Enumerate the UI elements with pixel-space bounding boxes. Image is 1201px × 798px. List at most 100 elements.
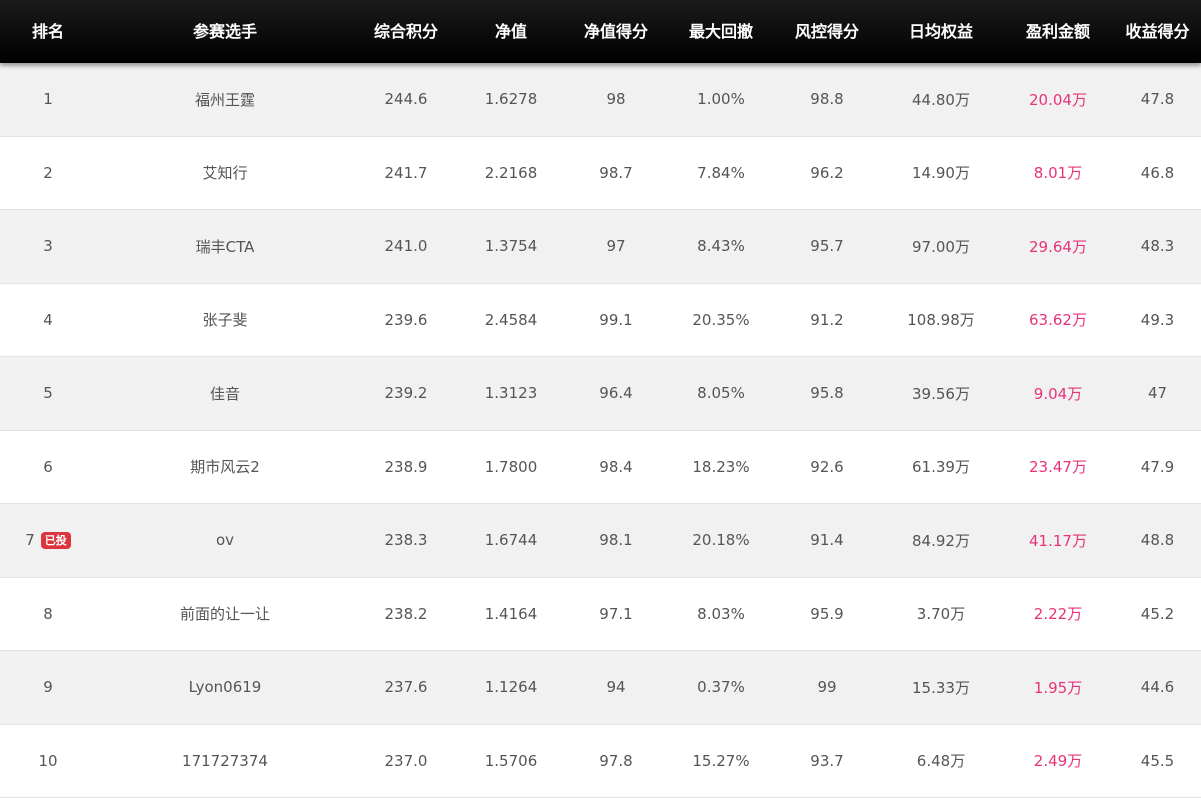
total-score-cell: 239.2 <box>384 384 428 403</box>
table-row[interactable]: 5 佳音 239.2 1.3123 96.4 8.05% 95.8 39.56万 9.04万 47 <box>0 357 1201 431</box>
return-score-cell: 47.9 <box>1140 457 1175 476</box>
table-row[interactable]: 8 前面的让一让 238.2 1.4164 97.1 8.03% 95.9 3.70万 2.22… <box>0 577 1201 651</box>
daily-equity-cell: 44.80万 <box>912 90 970 109</box>
rank-cell: 6 <box>0 458 96 476</box>
table-row[interactable]: 2 艾知行 241.7 2.2168 98.7 7.84% 96.2 14.90万 8.01万 4… <box>0 136 1201 210</box>
profit-cell: 1.95万 <box>1033 678 1083 697</box>
max-drawdown-cell: 7.84% <box>697 163 745 182</box>
invested-badge: 已投 <box>40 532 71 550</box>
nav-score-cell: 96.4 <box>599 384 633 403</box>
daily-equity-cell: 108.98万 <box>907 311 975 330</box>
nav-score-cell: 94 <box>606 678 626 697</box>
rank-cell: 4 <box>0 311 96 329</box>
return-score-cell: 47.8 <box>1140 90 1175 109</box>
player-cell[interactable]: 福州王霆 <box>96 89 354 110</box>
header-rank[interactable]: 排名 <box>0 0 96 63</box>
rank-cell: 10 <box>0 752 96 770</box>
risk-score-cell: 92.6 <box>810 457 844 476</box>
rank-cell: 2 <box>0 164 96 182</box>
max-drawdown-cell: 1.00% <box>697 90 745 109</box>
table-row[interactable]: 1 福州王霆 244.6 1.6278 98 1.00% 98.8 44.80万 20.04万 4… <box>0 63 1201 137</box>
header-daily-equity[interactable]: 日均权益 <box>880 0 1002 63</box>
risk-score-cell: 95.7 <box>810 237 844 256</box>
rank-number: 3 <box>43 237 53 256</box>
return-score-cell: 47 <box>1147 384 1168 403</box>
table-row[interactable]: 7 已投 ov 238.3 1.6744 98.1 20.18% 91.4 84.92万 41.1… <box>0 504 1201 578</box>
risk-score-cell: 96.2 <box>810 163 844 182</box>
profit-cell: 2.22万 <box>1033 605 1083 624</box>
table-header: 排名 参赛选手 综合积分 净值 净值得分 最大回撤 风控得分 日均权益 盈利金额… <box>0 0 1201 63</box>
player-cell[interactable]: 171727374 <box>96 752 354 770</box>
player-cell[interactable]: 瑞丰CTA <box>96 236 354 257</box>
header-nav[interactable]: 净值 <box>458 0 564 63</box>
rank-cell: 3 <box>0 237 96 255</box>
nav-cell: 1.7800 <box>484 457 538 476</box>
profit-cell: 63.62万 <box>1029 311 1087 330</box>
player-cell[interactable]: 艾知行 <box>96 162 354 183</box>
table-row[interactable]: 10 171727374 237.0 1.5706 97.8 15.27% 93.7 6.48… <box>0 724 1201 798</box>
player-cell[interactable]: 佳音 <box>96 383 354 404</box>
risk-score-cell: 98.8 <box>810 90 844 109</box>
daily-equity-cell: 39.56万 <box>912 384 970 403</box>
profit-cell: 29.64万 <box>1029 237 1087 256</box>
rank-cell: 1 <box>0 90 96 108</box>
max-drawdown-cell: 20.18% <box>692 531 750 550</box>
daily-equity-cell: 15.33万 <box>912 678 970 697</box>
header-profit[interactable]: 盈利金额 <box>1002 0 1114 63</box>
nav-score-cell: 98.4 <box>599 457 633 476</box>
rank-cell: 9 <box>0 678 96 696</box>
table-row[interactable]: 3 瑞丰CTA 241.0 1.3754 97 8.43% 95.7 97.00万 29.64万… <box>0 210 1201 284</box>
player-cell[interactable]: 张子斐 <box>96 309 354 330</box>
profit-cell: 2.49万 <box>1033 752 1083 771</box>
nav-cell: 1.6278 <box>484 90 538 109</box>
profit-cell: 41.17万 <box>1029 531 1087 550</box>
total-score-cell: 238.3 <box>384 531 428 550</box>
daily-equity-cell: 14.90万 <box>912 164 970 183</box>
nav-score-cell: 97.8 <box>599 751 633 770</box>
rank-number: 7 <box>25 531 35 550</box>
nav-cell: 1.3123 <box>484 384 538 403</box>
nav-cell: 1.6744 <box>484 531 538 550</box>
header-player[interactable]: 参赛选手 <box>96 0 354 63</box>
header-max-drawdown[interactable]: 最大回撤 <box>668 0 774 63</box>
header-return-score[interactable]: 收益得分 <box>1114 0 1201 63</box>
player-cell[interactable]: 前面的让一让 <box>96 603 354 624</box>
rank-number: 2 <box>43 163 53 182</box>
return-score-cell: 45.5 <box>1140 751 1175 770</box>
player-cell[interactable]: Lyon0619 <box>96 678 354 696</box>
table-row[interactable]: 6 期市风云2 238.9 1.7800 98.4 18.23% 92.6 61.39万 23.… <box>0 430 1201 504</box>
return-score-cell: 48.8 <box>1140 531 1175 550</box>
daily-equity-cell: 6.48万 <box>916 752 966 771</box>
rank-number: 4 <box>43 310 53 329</box>
daily-equity-cell: 84.92万 <box>912 531 970 550</box>
risk-score-cell: 91.4 <box>810 531 844 550</box>
nav-cell: 1.5706 <box>484 751 538 770</box>
table-row[interactable]: 9 Lyon0619 237.6 1.1264 94 0.37% 99 15.33万 1.95万… <box>0 651 1201 725</box>
header-nav-score[interactable]: 净值得分 <box>564 0 668 63</box>
player-cell[interactable]: 期市风云2 <box>96 456 354 477</box>
rank-number: 1 <box>43 90 53 109</box>
total-score-cell: 238.9 <box>384 457 428 476</box>
rank-cell: 7 已投 <box>0 531 96 550</box>
daily-equity-cell: 97.00万 <box>912 237 970 256</box>
table-row[interactable]: 4 张子斐 239.6 2.4584 99.1 20.35% 91.2 108.98万 63.6… <box>0 283 1201 357</box>
rank-cell: 8 <box>0 605 96 623</box>
ranking-table: 排名 参赛选手 综合积分 净值 净值得分 最大回撤 风控得分 日均权益 盈利金额… <box>0 0 1201 798</box>
max-drawdown-cell: 15.27% <box>692 751 750 770</box>
header-risk-score[interactable]: 风控得分 <box>774 0 880 63</box>
nav-score-cell: 98 <box>606 90 626 109</box>
rank-cell: 5 <box>0 384 96 402</box>
header-total-score[interactable]: 综合积分 <box>354 0 458 63</box>
daily-equity-cell: 61.39万 <box>912 458 970 477</box>
rank-number: 8 <box>43 604 53 623</box>
total-score-cell: 241.7 <box>384 163 428 182</box>
risk-score-cell: 93.7 <box>810 751 844 770</box>
nav-cell: 1.1264 <box>484 678 538 697</box>
player-cell[interactable]: ov <box>96 531 354 549</box>
max-drawdown-cell: 8.05% <box>697 384 745 403</box>
total-score-cell: 237.0 <box>384 751 428 770</box>
nav-cell: 2.4584 <box>484 310 538 329</box>
return-score-cell: 44.6 <box>1140 678 1175 697</box>
nav-cell: 1.3754 <box>484 237 538 256</box>
max-drawdown-cell: 20.35% <box>692 310 750 329</box>
